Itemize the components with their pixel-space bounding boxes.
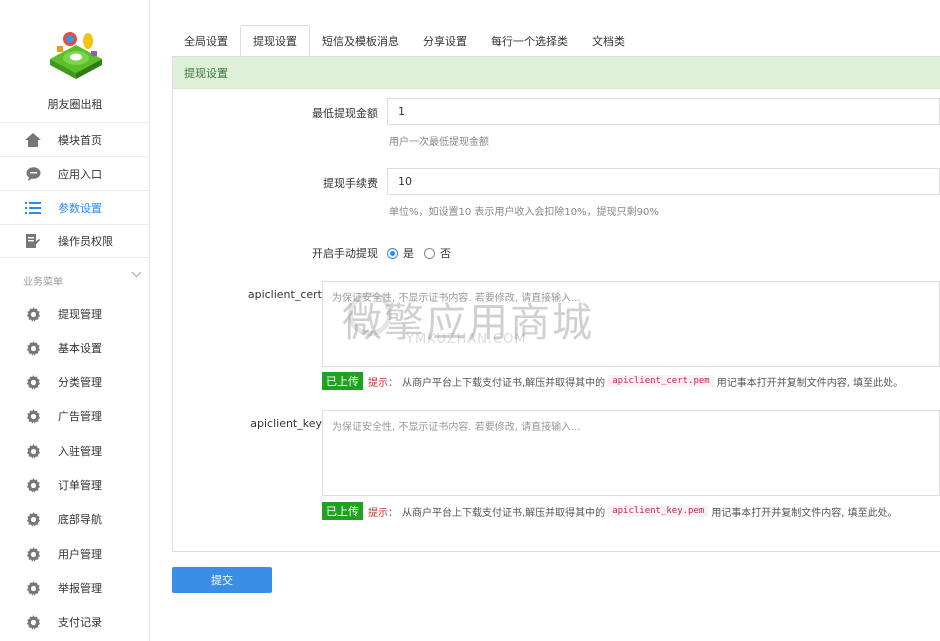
hint-label: 提示：: [368, 507, 398, 519]
menu-item[interactable]: 广告管理: [0, 399, 150, 433]
radio-checked-icon: [387, 247, 398, 259]
min-withdraw-label: 最低提现金额: [312, 107, 378, 120]
gear-icon: [24, 339, 42, 357]
menu-item-label: 分类管理: [58, 376, 102, 389]
menu-item[interactable]: 基本设置: [0, 331, 150, 365]
menu-item-label: 订单管理: [58, 479, 102, 492]
gear-icon: [24, 442, 42, 460]
key-filename: apiclient_key.pem: [608, 505, 709, 517]
menu-item-label: 入驻管理: [58, 445, 102, 458]
chat-bubble-icon: [24, 165, 42, 183]
cert-filename: apiclient_cert.pem: [608, 375, 714, 387]
uploaded-badge: 已上传: [322, 502, 363, 520]
gear-icon: [24, 407, 42, 425]
menu-item-label: 举报管理: [58, 582, 102, 595]
sidebar: 朋友圈出租 模块首页 应用入口 参数设置 操作员权限 业务菜单 提现管理 基本设…: [0, 0, 150, 641]
apiclient-key-label: apiclient_key: [250, 417, 322, 430]
hint-text: 从商户平台上下载支付证书,解压并取得其中的: [402, 507, 606, 519]
manual-withdraw-label: 开启手动提现: [312, 247, 378, 260]
submit-button[interactable]: 提交: [172, 567, 272, 593]
radio-unchecked-icon: [424, 247, 435, 259]
manual-withdraw-no-radio[interactable]: 否: [424, 245, 451, 261]
menu-item-label: 提现管理: [58, 308, 102, 321]
app-logo: [50, 32, 102, 79]
min-withdraw-help: 用户一次最低提现金额: [389, 137, 489, 148]
gear-icon: [24, 510, 42, 528]
business-menu-title: 业务菜单: [23, 277, 63, 288]
fee-input[interactable]: 10: [387, 168, 940, 195]
menu-item[interactable]: 用户管理: [0, 537, 150, 571]
menu-item[interactable]: 分类管理: [0, 365, 150, 399]
gear-icon: [24, 476, 42, 494]
apiclient-cert-label: apiclient_cert: [247, 288, 322, 301]
gear-icon: [24, 613, 42, 631]
app-root: 朋友圈出租 模块首页 应用入口 参数设置 操作员权限 业务菜单 提现管理 基本设…: [0, 0, 940, 641]
menu-item[interactable]: 底部导航: [0, 502, 150, 536]
document-edit-icon: [24, 232, 42, 250]
uploaded-badge: 已上传: [322, 372, 363, 390]
menu-item[interactable]: 订单管理: [0, 468, 150, 502]
tab-document[interactable]: 文档类: [580, 25, 637, 57]
fee-help: 单位%，如设置10 表示用户收入会扣除10%，提现只剩90%: [389, 207, 659, 218]
sidebar-item-parameter-settings[interactable]: 参数设置: [0, 190, 150, 224]
gear-icon: [24, 373, 42, 391]
menu-item[interactable]: 支付记录: [0, 605, 150, 639]
tab-withdraw-settings[interactable]: 提现设置: [240, 25, 310, 57]
manual-withdraw-yes-radio[interactable]: 是: [387, 245, 414, 261]
sidebar-item-app-entry[interactable]: 应用入口: [0, 156, 150, 190]
hint-label: 提示：: [368, 377, 398, 389]
sidebar-item-label: 应用入口: [58, 167, 102, 181]
sidebar-item-label: 参数设置: [58, 201, 102, 215]
menu-item-label: 底部导航: [58, 513, 102, 526]
gear-icon: [24, 545, 42, 563]
tab-share-settings[interactable]: 分享设置: [411, 25, 479, 57]
tab-sms-template[interactable]: 短信及模板消息: [310, 25, 411, 57]
menu-item-label: 基本设置: [58, 342, 102, 355]
sidebar-item-label: 操作员权限: [58, 235, 113, 248]
menu-item-label: 支付记录: [58, 616, 102, 629]
app-name: 朋友圈出租: [47, 98, 103, 111]
hint-text-end: 用记事本打开并复制文件内容, 填至此处。: [716, 377, 904, 389]
min-withdraw-input[interactable]: 1: [387, 98, 940, 125]
menu-item-label: 用户管理: [58, 548, 102, 561]
menu-item[interactable]: 举报管理: [0, 571, 150, 605]
gear-icon: [24, 305, 42, 323]
settings-tabs: 全局设置 提现设置 短信及模板消息 分享设置 每行一个选择类 文档类: [172, 25, 637, 57]
radio-label: 是: [403, 247, 414, 260]
menu-item-label: 广告管理: [58, 410, 102, 423]
panel-title: 提现设置: [173, 57, 940, 89]
hint-text: 从商户平台上下载支付证书,解压并取得其中的: [402, 377, 606, 389]
home-icon: [24, 131, 42, 149]
tab-per-line-options[interactable]: 每行一个选择类: [479, 25, 580, 57]
apiclient-cert-hint: 已上传 提示： 从商户平台上下载支付证书,解压并取得其中的 apiclient_…: [322, 372, 903, 390]
gear-icon: [24, 579, 42, 597]
hint-text-end: 用记事本打开并复制文件内容, 填至此处。: [711, 507, 898, 519]
sidebar-item-label: 模块首页: [58, 133, 102, 147]
fee-label: 提现手续费: [323, 177, 378, 190]
tab-global-settings[interactable]: 全局设置: [172, 25, 240, 57]
apiclient-cert-textarea[interactable]: 为保证安全性, 不显示证书内容. 若要修改, 请直接输入...: [322, 281, 940, 367]
menu-item[interactable]: 提现管理: [0, 297, 150, 331]
list-settings-icon: [24, 199, 42, 217]
menu-item[interactable]: 入驻管理: [0, 434, 150, 468]
apiclient-key-textarea[interactable]: 为保证安全性, 不显示证书内容. 若要修改, 请直接输入...: [322, 410, 940, 496]
app-header: 朋友圈出租: [0, 0, 150, 122]
chevron-down-icon[interactable]: [131, 270, 142, 281]
sidebar-item-operator-permissions[interactable]: 操作员权限: [0, 224, 150, 258]
apiclient-key-hint: 已上传 提示： 从商户平台上下载支付证书,解压并取得其中的 apiclient_…: [322, 502, 898, 520]
radio-label: 否: [440, 247, 451, 260]
sidebar-item-module-home[interactable]: 模块首页: [0, 122, 150, 156]
